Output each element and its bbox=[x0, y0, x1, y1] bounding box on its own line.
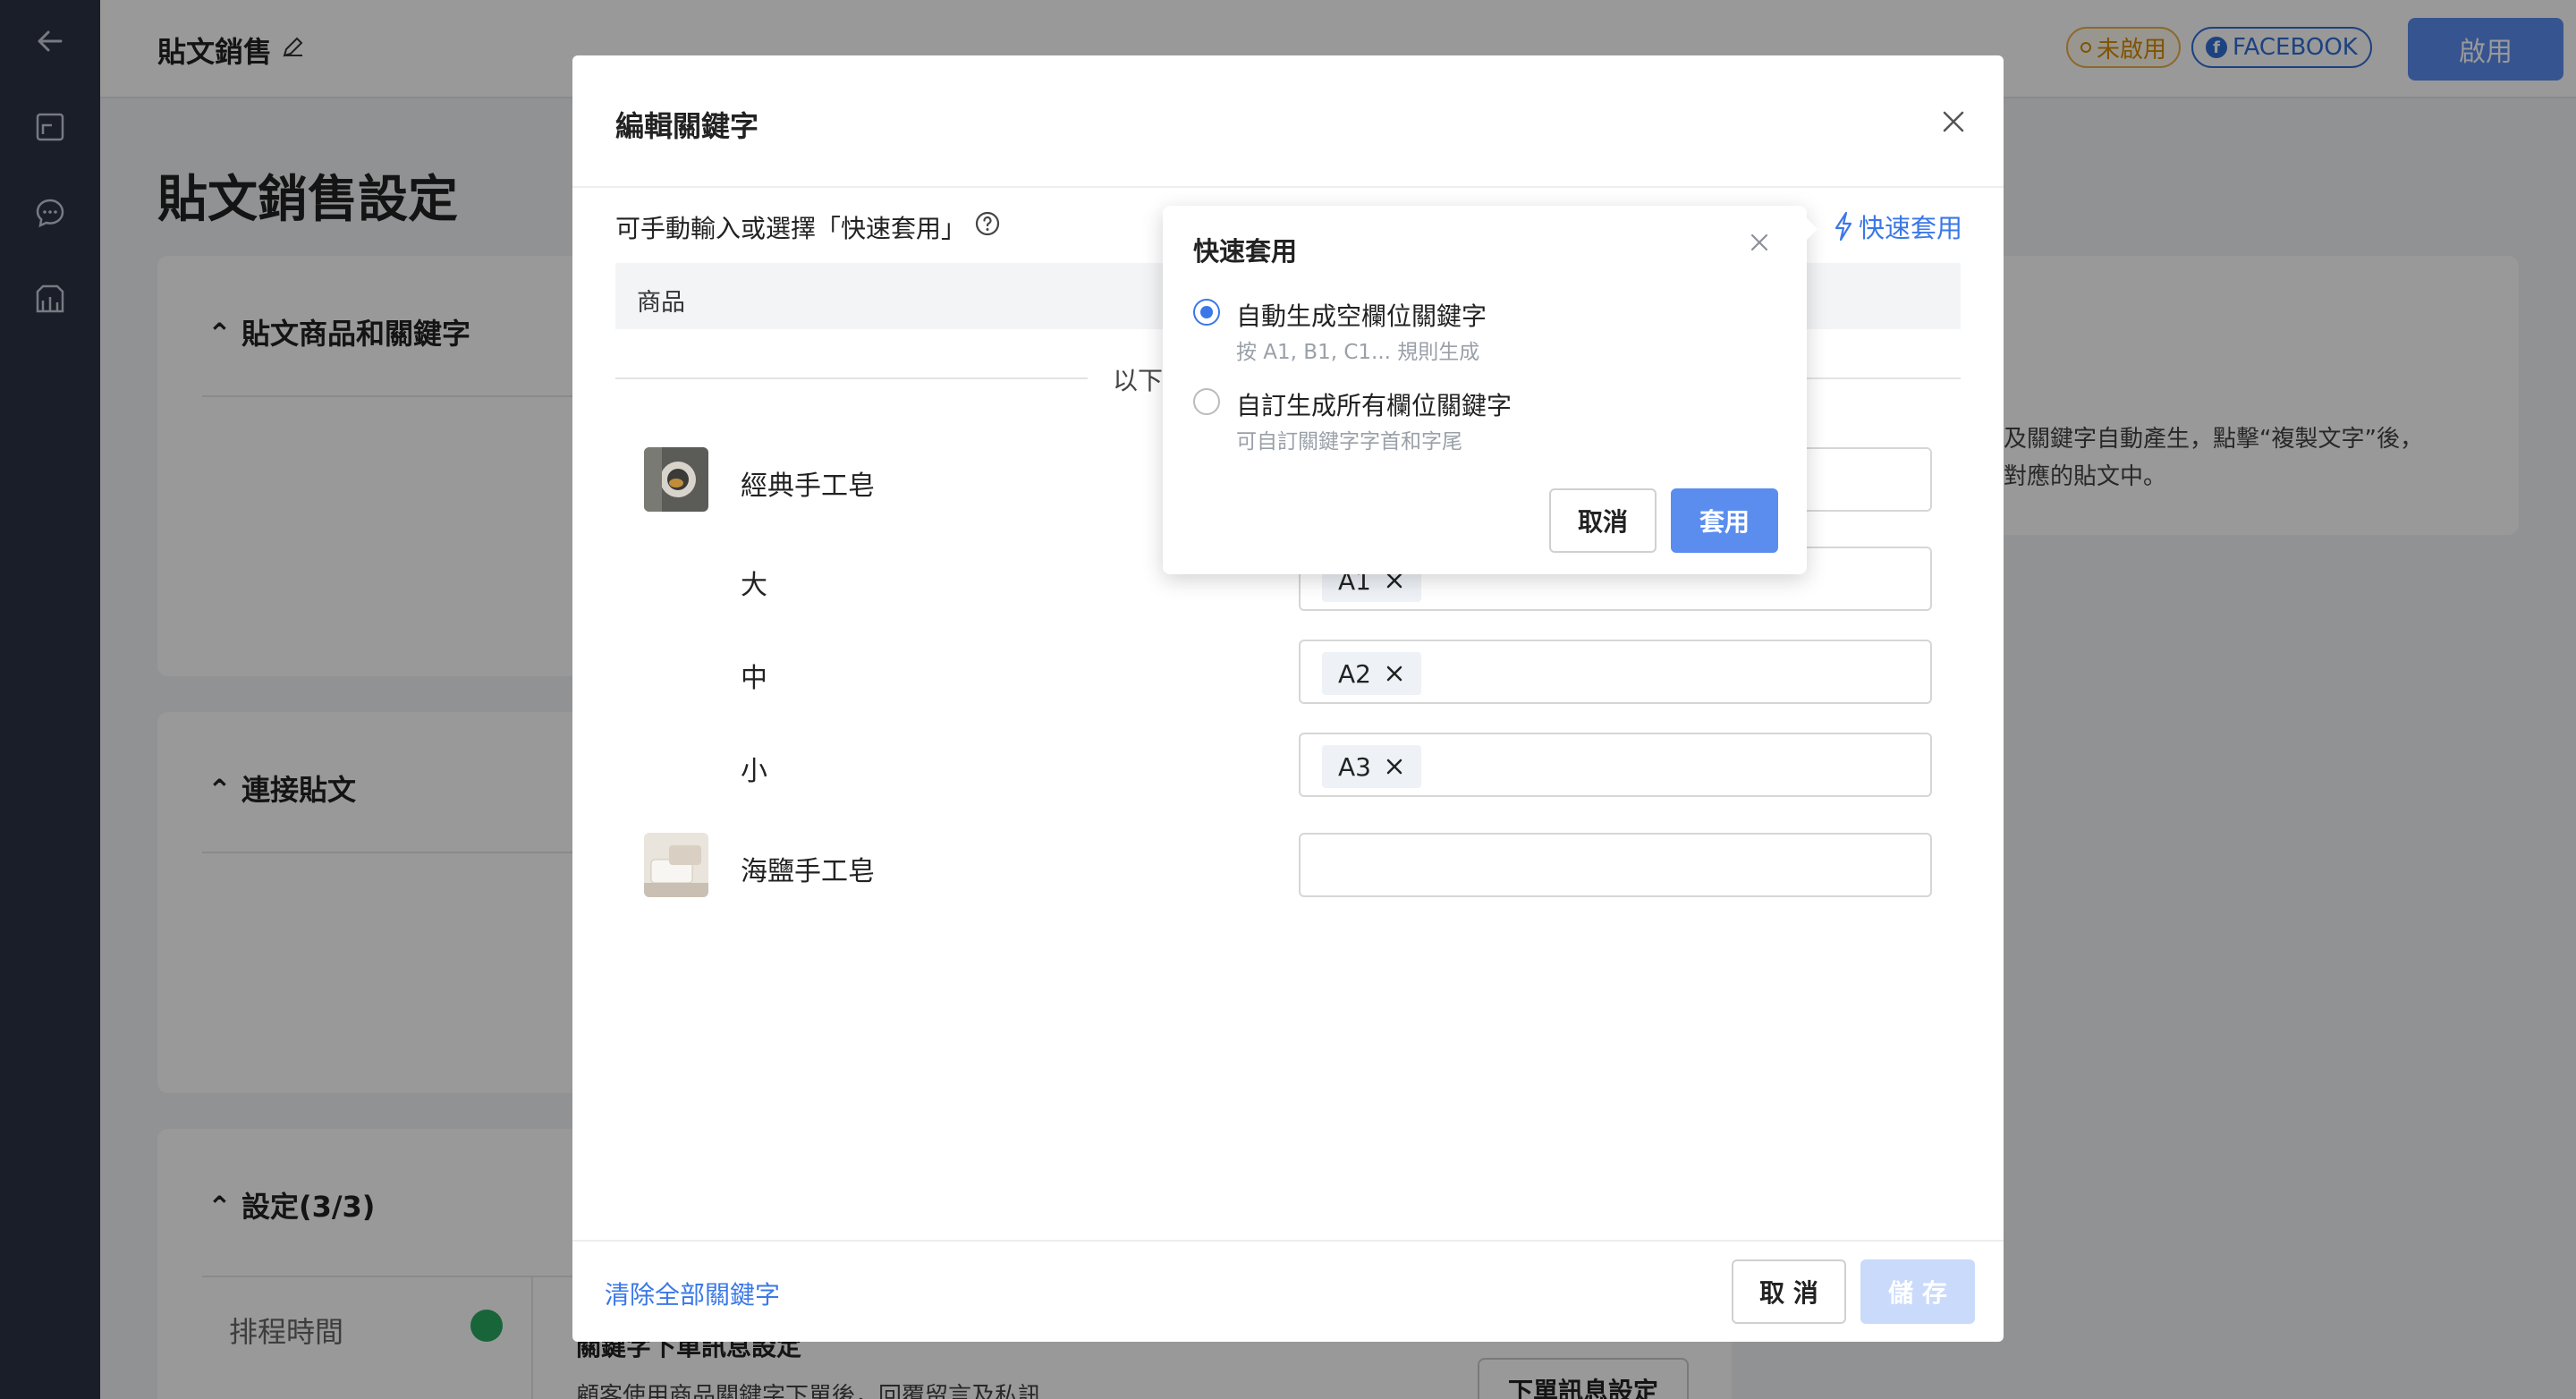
popover-apply-button[interactable]: 套用 bbox=[1671, 488, 1778, 553]
save-button[interactable]: 儲 存 bbox=[1860, 1259, 1975, 1324]
keyword-input[interactable]: A3 bbox=[1299, 733, 1932, 797]
close-icon[interactable] bbox=[1936, 104, 1971, 140]
keyword-tag-text: A3 bbox=[1338, 751, 1371, 782]
option-label: 自動生成空欄位關鍵字 bbox=[1236, 301, 1487, 331]
keyword-tag-text: A2 bbox=[1338, 658, 1371, 689]
popover-cancel-button[interactable]: 取消 bbox=[1549, 488, 1657, 553]
remove-tag-icon[interactable] bbox=[1384, 756, 1405, 777]
popover-title: 快速套用 bbox=[1193, 236, 1298, 267]
table-row: 海鹽手工皂 bbox=[572, 833, 2004, 897]
table-row: 小 A3 bbox=[572, 733, 2004, 797]
product-thumbnail bbox=[644, 833, 708, 897]
product-name: 經典手工皂 bbox=[741, 471, 875, 502]
quick-apply-label: 快速套用 bbox=[1859, 213, 1963, 243]
divider bbox=[572, 1240, 2004, 1242]
keyword-tag: A2 bbox=[1322, 652, 1421, 695]
help-icon[interactable] bbox=[973, 209, 1002, 238]
keyword-input[interactable] bbox=[1299, 833, 1932, 897]
option-description: 按 A1, B1, C1... 規則生成 bbox=[1236, 341, 1480, 364]
remove-tag-icon[interactable] bbox=[1384, 663, 1405, 684]
close-icon[interactable] bbox=[1744, 227, 1775, 258]
quick-apply-popover: 快速套用 自動生成空欄位關鍵字 按 A1, B1, C1... 規則生成 自訂生… bbox=[1163, 206, 1818, 574]
separator-text: 以下 bbox=[1113, 366, 1164, 395]
option-label: 自訂生成所有欄位關鍵字 bbox=[1236, 391, 1513, 420]
keyword-input[interactable]: A2 bbox=[1299, 640, 1932, 704]
column-product: 商品 bbox=[637, 289, 685, 317]
lightning-icon bbox=[1835, 211, 1852, 242]
variant-name: 中 bbox=[741, 663, 767, 694]
radio-selected[interactable] bbox=[1193, 299, 1220, 326]
modal-title: 編輯關鍵字 bbox=[615, 109, 759, 143]
clear-all-keywords-link[interactable]: 清除全部關鍵字 bbox=[605, 1276, 780, 1311]
radio-unselected[interactable] bbox=[1193, 388, 1220, 415]
quick-apply-link[interactable]: 快速套用 bbox=[1832, 208, 1962, 245]
product-name: 海鹽手工皂 bbox=[741, 856, 875, 887]
divider bbox=[1807, 377, 1961, 379]
table-row: 中 A2 bbox=[572, 640, 2004, 704]
option-description: 可自訂關鍵字字首和字尾 bbox=[1236, 430, 1462, 454]
divider bbox=[572, 186, 2004, 188]
variant-name: 小 bbox=[741, 756, 767, 787]
product-thumbnail bbox=[644, 447, 708, 512]
hint-text: 可手動輸入或選擇「快速套用」 bbox=[615, 214, 967, 243]
cancel-button[interactable]: 取 消 bbox=[1732, 1259, 1846, 1324]
variant-name: 大 bbox=[741, 570, 767, 601]
divider bbox=[615, 377, 1088, 379]
keyword-tag: A3 bbox=[1322, 745, 1421, 788]
